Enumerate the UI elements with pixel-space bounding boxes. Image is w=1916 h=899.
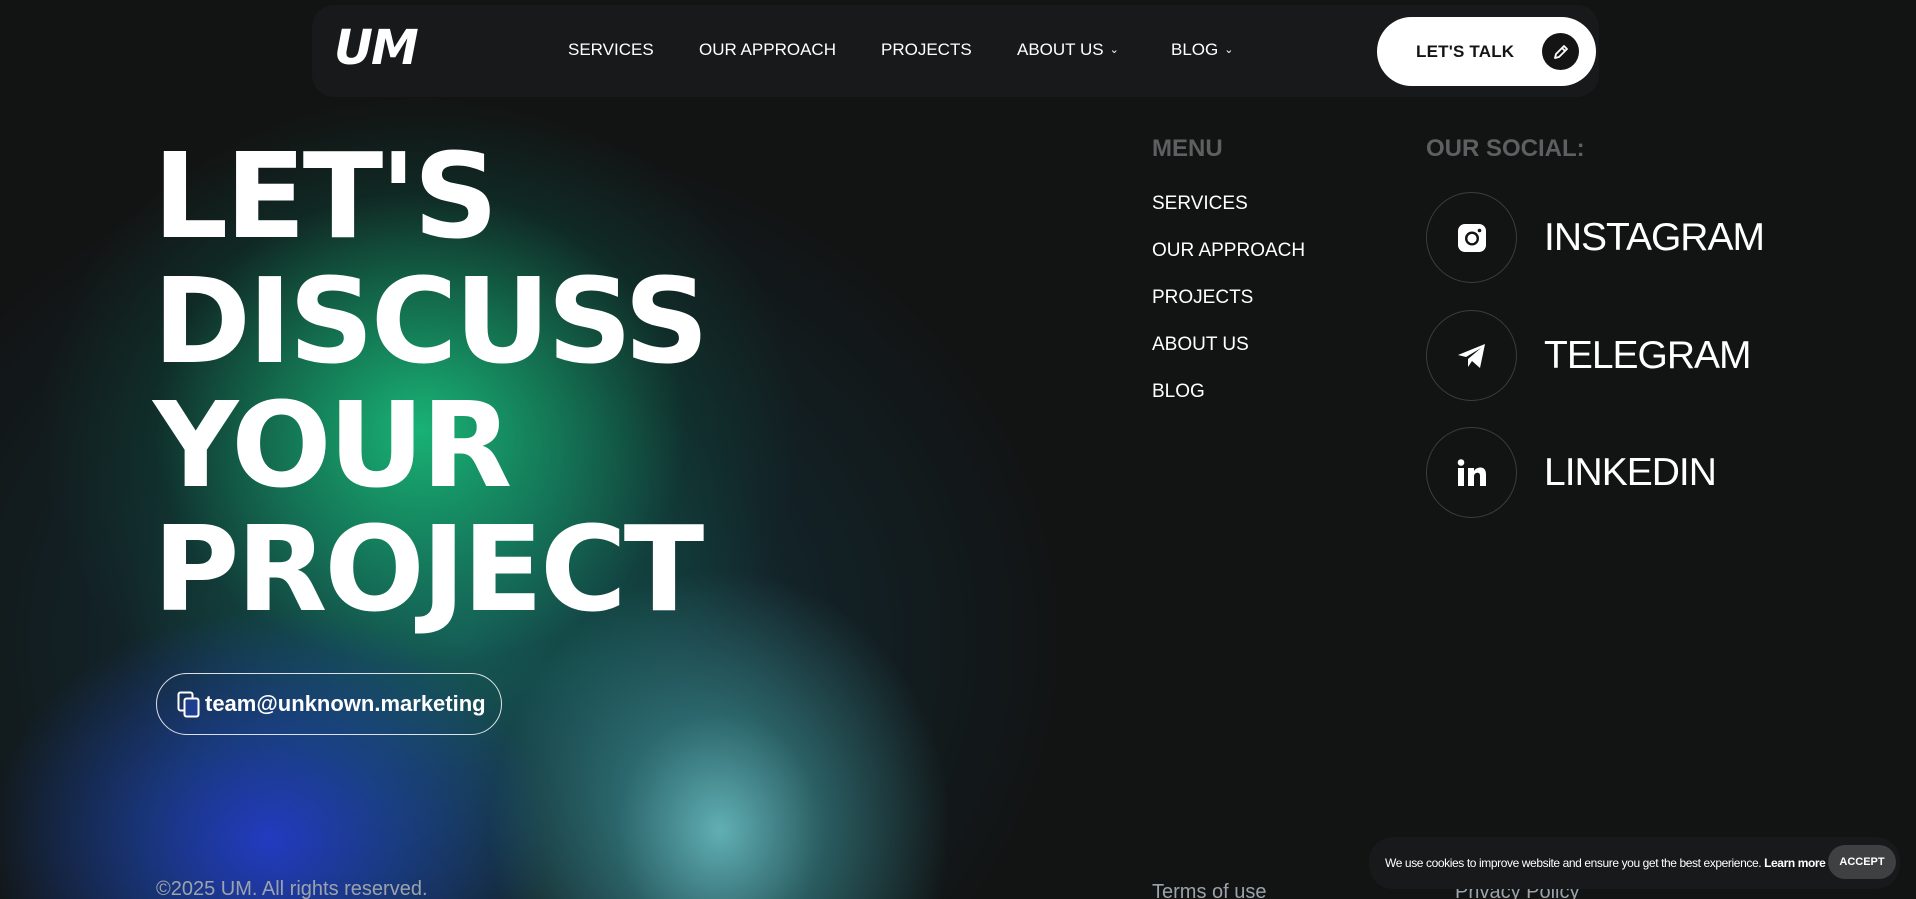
hero-title-line-2: DISCUSS	[153, 252, 709, 390]
hero-title-line-3: YOUR	[153, 376, 512, 514]
cookie-message: We use cookies to improve website and en…	[1385, 855, 1826, 871]
telegram-icon	[1426, 310, 1517, 401]
pencil-icon	[1542, 33, 1579, 70]
social-label: INSTAGRAM	[1544, 216, 1765, 259]
nav-label: BLOG	[1171, 40, 1219, 59]
cookie-message-text: We use cookies to improve website and en…	[1385, 856, 1762, 870]
nav-item-our-approach[interactable]: OUR APPROACH	[699, 38, 836, 62]
terms-of-use-link[interactable]: Terms of use	[1152, 880, 1266, 899]
menu-link-blog[interactable]: BLOG	[1152, 380, 1205, 404]
nav-label: OUR APPROACH	[699, 40, 836, 59]
logo[interactable]: UM	[334, 22, 419, 74]
cookie-banner: We use cookies to improve website and en…	[1369, 837, 1900, 889]
learn-more-link[interactable]: Learn more	[1764, 856, 1826, 870]
accept-cookies-button[interactable]: ACCEPT	[1828, 845, 1896, 879]
instagram-icon	[1426, 192, 1517, 283]
menu-link-about-us[interactable]: ABOUT US	[1152, 333, 1249, 357]
copy-icon	[177, 691, 201, 724]
nav-item-blog[interactable]: BLOG ⌄	[1171, 38, 1233, 64]
linkedin-icon	[1426, 427, 1517, 518]
lets-talk-button[interactable]: LET'S TALK	[1377, 17, 1596, 86]
menu-link-services[interactable]: SERVICES	[1152, 192, 1248, 216]
nav-label: SERVICES	[568, 40, 654, 59]
chevron-down-icon: ⌄	[1109, 44, 1119, 56]
hero-title-line-1: LET'S	[153, 127, 498, 265]
menu-link-our-approach[interactable]: OUR APPROACH	[1152, 239, 1305, 263]
nav-label: PROJECTS	[881, 40, 972, 59]
menu-title: MENU	[1152, 135, 1223, 162]
social-title: OUR SOCIAL:	[1426, 135, 1585, 162]
nav-item-services[interactable]: SERVICES	[568, 38, 654, 62]
hero-title-line-4: PROJECT	[153, 500, 704, 638]
chevron-down-icon: ⌄	[1224, 44, 1234, 56]
nav-label: ABOUT US	[1017, 40, 1104, 59]
copy-email-button[interactable]: team@unknown.marketing	[156, 673, 502, 735]
social-label: TELEGRAM	[1544, 334, 1752, 377]
email-address: team@unknown.marketing	[205, 691, 486, 716]
nav-item-projects[interactable]: PROJECTS	[881, 38, 972, 62]
copyright-text: ©2025 UM. All rights reserved.	[156, 878, 428, 899]
nav-item-about-us[interactable]: ABOUT US ⌄	[1017, 38, 1119, 64]
social-label: LINKEDIN	[1544, 451, 1717, 494]
menu-link-projects[interactable]: PROJECTS	[1152, 286, 1253, 310]
lets-talk-label: LET'S TALK	[1416, 42, 1515, 61]
